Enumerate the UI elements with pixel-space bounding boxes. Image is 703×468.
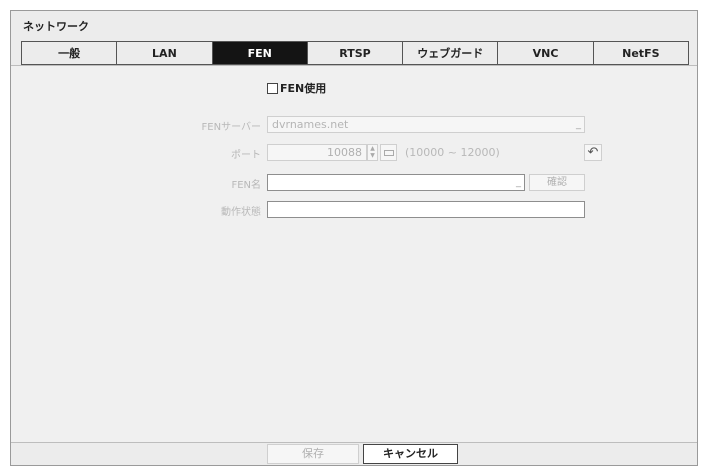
fen-name-label: FEN名 — [231, 180, 261, 191]
use-fen-checkbox[interactable] — [267, 82, 278, 94]
save-button[interactable]: 保存 — [267, 444, 359, 464]
dialog-title: ネットワーク — [23, 20, 89, 33]
keyboard-icon[interactable] — [380, 144, 397, 161]
tab-general[interactable]: 一般 — [22, 42, 117, 64]
fen-server-cursor: _ — [576, 119, 581, 130]
status-field — [267, 201, 585, 218]
tab-webguard[interactable]: ウェブガード — [402, 42, 498, 64]
port-field[interactable]: 10088 — [267, 144, 367, 161]
tab-rtsp[interactable]: RTSP — [306, 42, 403, 64]
fen-name-field[interactable]: _ — [267, 174, 525, 191]
status-label: 動作状態 — [221, 207, 261, 218]
tab-fen[interactable]: FEN — [211, 42, 307, 64]
fen-name-cursor: _ — [516, 177, 521, 188]
tab-netfs[interactable]: NetFS — [592, 42, 688, 64]
undo-arrow-icon[interactable]: ↶ — [584, 144, 602, 161]
port-range-text: (10000 ~ 12000) — [405, 146, 500, 159]
fen-server-value: dvrnames.net — [272, 118, 349, 131]
tab-lan[interactable]: LAN — [116, 42, 212, 64]
fen-server-field[interactable]: dvrnames.net _ — [267, 116, 585, 133]
fen-settings-panel: FEN使用 FENサーバー dvrnames.net _ ポート 10088 ▲… — [11, 65, 697, 443]
tab-bar: 一般 LAN FEN RTSP ウェブガード VNC NetFS — [21, 41, 689, 65]
port-label: ポート — [231, 150, 261, 161]
cancel-button[interactable]: キャンセル — [363, 444, 458, 464]
fen-server-label: FENサーバー — [201, 122, 261, 133]
network-settings-dialog: ネットワーク 一般 LAN FEN RTSP ウェブガード VNC NetFS … — [10, 10, 698, 466]
tab-vnc[interactable]: VNC — [497, 42, 593, 64]
spinner-arrows-icon[interactable]: ▲ ▼ — [367, 144, 378, 161]
use-fen-label: FEN使用 — [280, 82, 327, 95]
use-fen-row[interactable]: FEN使用 — [267, 80, 326, 96]
confirm-button[interactable]: 確認 — [529, 174, 585, 191]
